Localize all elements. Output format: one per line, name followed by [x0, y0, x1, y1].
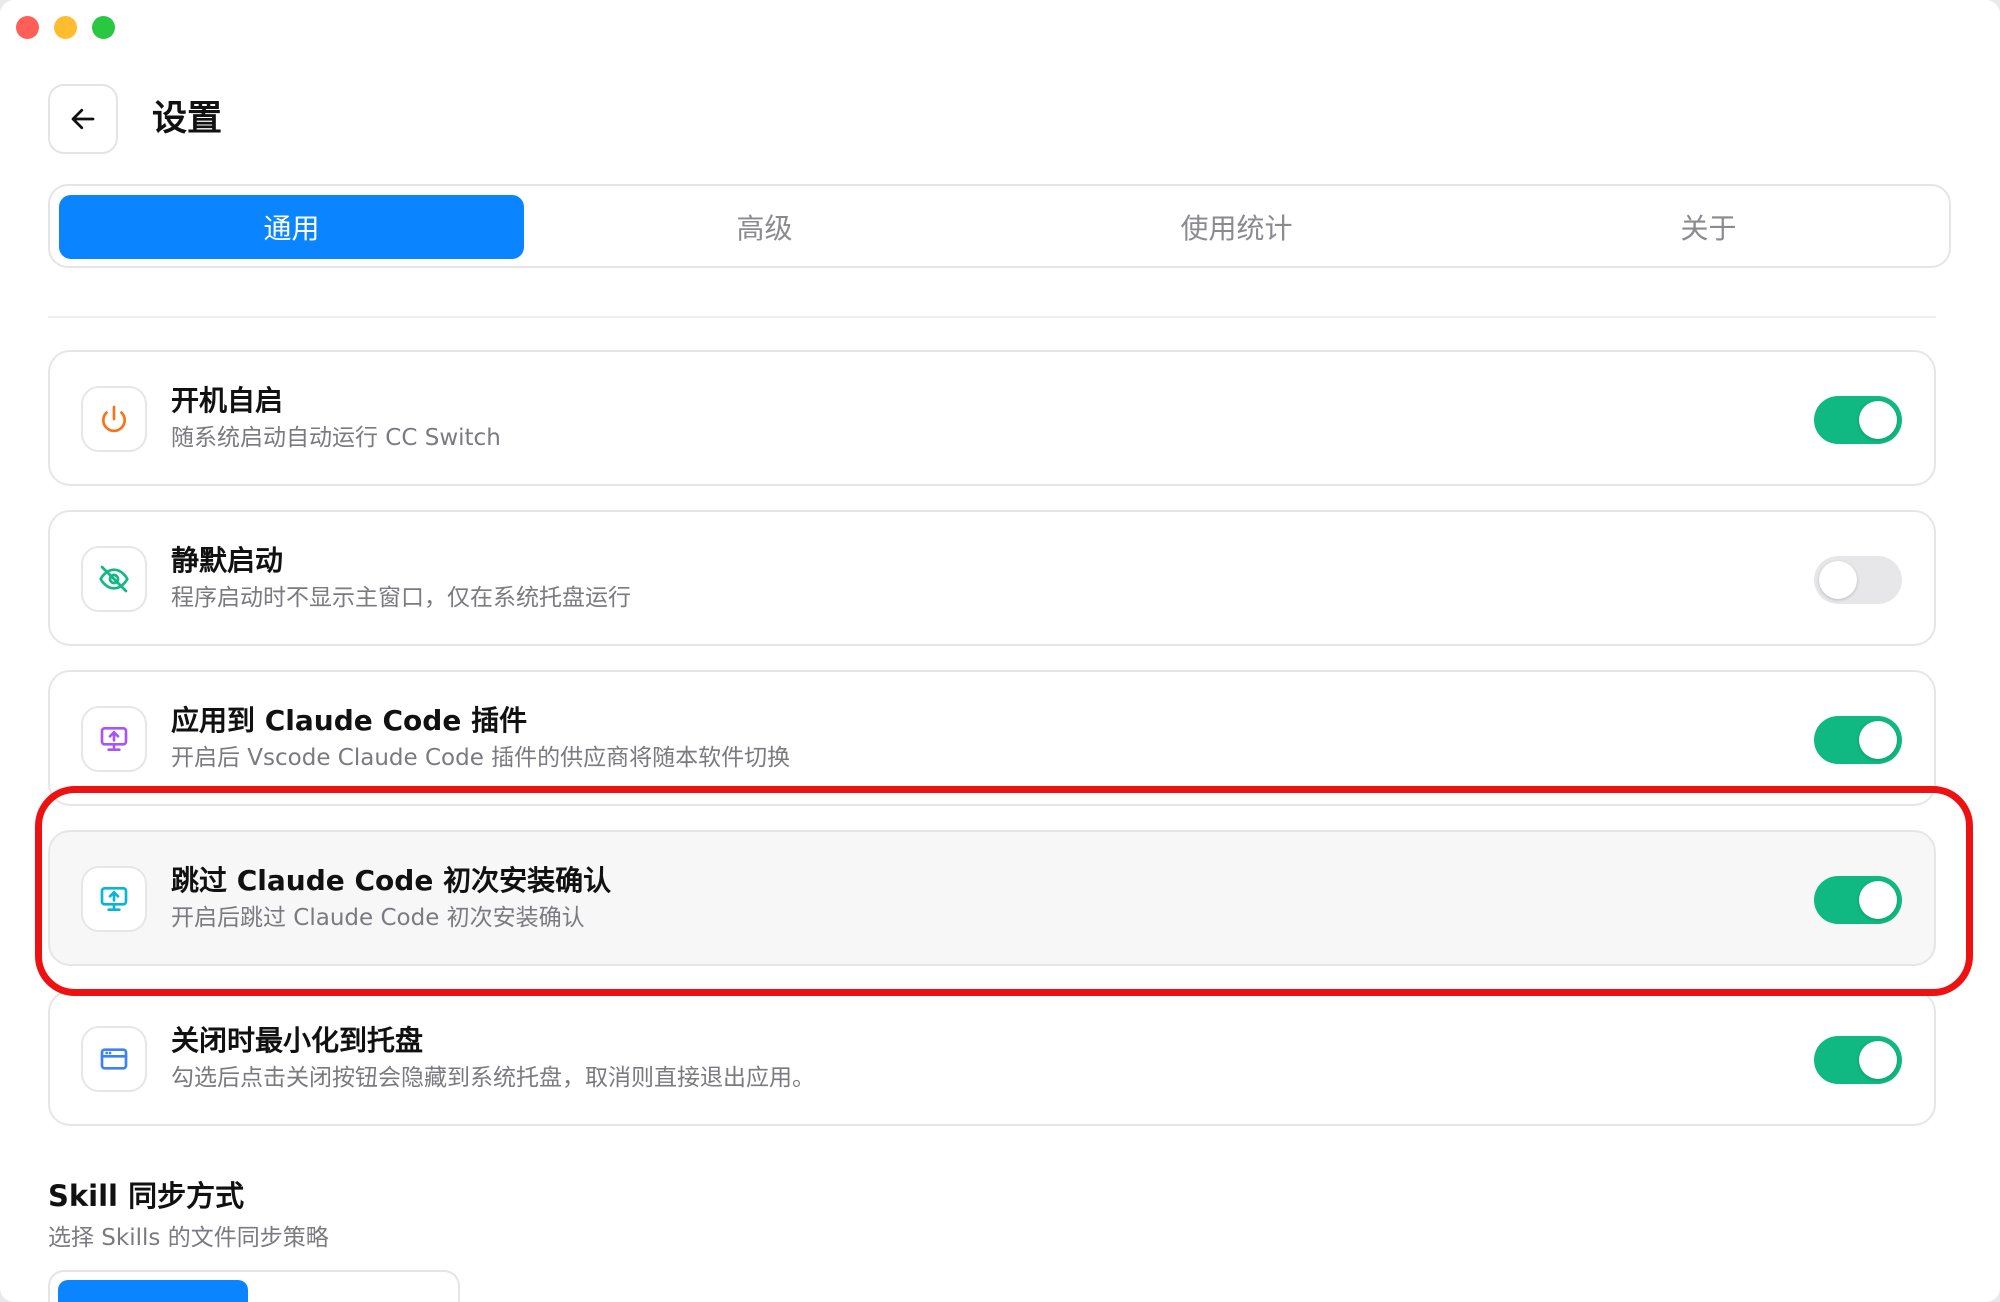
window-icon [100, 1048, 128, 1070]
setting-icon-box [81, 386, 147, 452]
skill-sync-option-2[interactable] [256, 1280, 446, 1302]
skill-sync-segmented-control [48, 1270, 460, 1302]
tab-advanced[interactable]: 高级 [532, 195, 997, 259]
toggle-knob [1859, 721, 1897, 759]
tab-usage-stats[interactable]: 使用统计 [1004, 195, 1469, 259]
skill-sync-title: Skill 同步方式 [48, 1179, 245, 1213]
close-window-button[interactable] [16, 16, 39, 39]
minimize-window-button[interactable] [54, 16, 77, 39]
toggle-knob [1859, 401, 1897, 439]
setting-description: 勾选后点击关闭按钮会隐藏到系统托盘，取消则直接退出应用。 [171, 1065, 815, 1091]
setting-card-silent-start: 静默启动 程序启动时不显示主窗口，仅在系统托盘运行 [48, 510, 1936, 646]
window-controls [16, 16, 115, 39]
auto-launch-toggle[interactable] [1814, 396, 1902, 444]
setting-title: 关闭时最小化到托盘 [171, 1024, 424, 1057]
setting-description: 随系统启动自动运行 CC Switch [171, 425, 501, 451]
toggle-knob [1859, 1041, 1897, 1079]
arrow-left-icon [71, 108, 95, 130]
skill-sync-description: 选择 Skills 的文件同步策略 [48, 1225, 329, 1251]
toggle-knob [1819, 561, 1857, 599]
setting-card-minimize-to-tray: 关闭时最小化到托盘 勾选后点击关闭按钮会隐藏到系统托盘，取消则直接退出应用。 [48, 990, 1936, 1126]
back-button[interactable] [48, 84, 118, 154]
highlight-annotation [35, 786, 1973, 996]
eye-off-icon [99, 565, 129, 593]
setting-title: 开机自启 [171, 384, 284, 417]
silent-start-toggle[interactable] [1814, 556, 1902, 604]
divider [48, 316, 1936, 318]
skill-sync-option-1[interactable] [58, 1280, 248, 1302]
setting-title: 应用到 Claude Code 插件 [171, 704, 528, 737]
zoom-window-button[interactable] [92, 16, 115, 39]
tab-about[interactable]: 关于 [1476, 195, 1941, 259]
settings-window: 设置 通用 高级 使用统计 关于 开机自启 随系统启动自动运行 CC Switc… [0, 0, 2000, 1302]
setting-title: 静默启动 [171, 544, 284, 577]
power-icon [102, 405, 126, 433]
page-title: 设置 [152, 99, 223, 139]
minimize-to-tray-toggle[interactable] [1814, 1036, 1902, 1084]
setting-description: 开启后 Vscode Claude Code 插件的供应商将随本软件切换 [171, 745, 791, 771]
setting-icon-box [81, 706, 147, 772]
setting-card-auto-launch: 开机自启 随系统启动自动运行 CC Switch [48, 350, 1936, 486]
settings-tab-bar: 通用 高级 使用统计 关于 [48, 184, 1951, 268]
tab-general[interactable]: 通用 [59, 195, 524, 259]
setting-description: 程序启动时不显示主窗口，仅在系统托盘运行 [171, 585, 631, 611]
setting-icon-box [81, 546, 147, 612]
apply-claude-plugin-toggle[interactable] [1814, 716, 1902, 764]
monitor-upload-icon [100, 727, 128, 751]
setting-icon-box [81, 1026, 147, 1092]
